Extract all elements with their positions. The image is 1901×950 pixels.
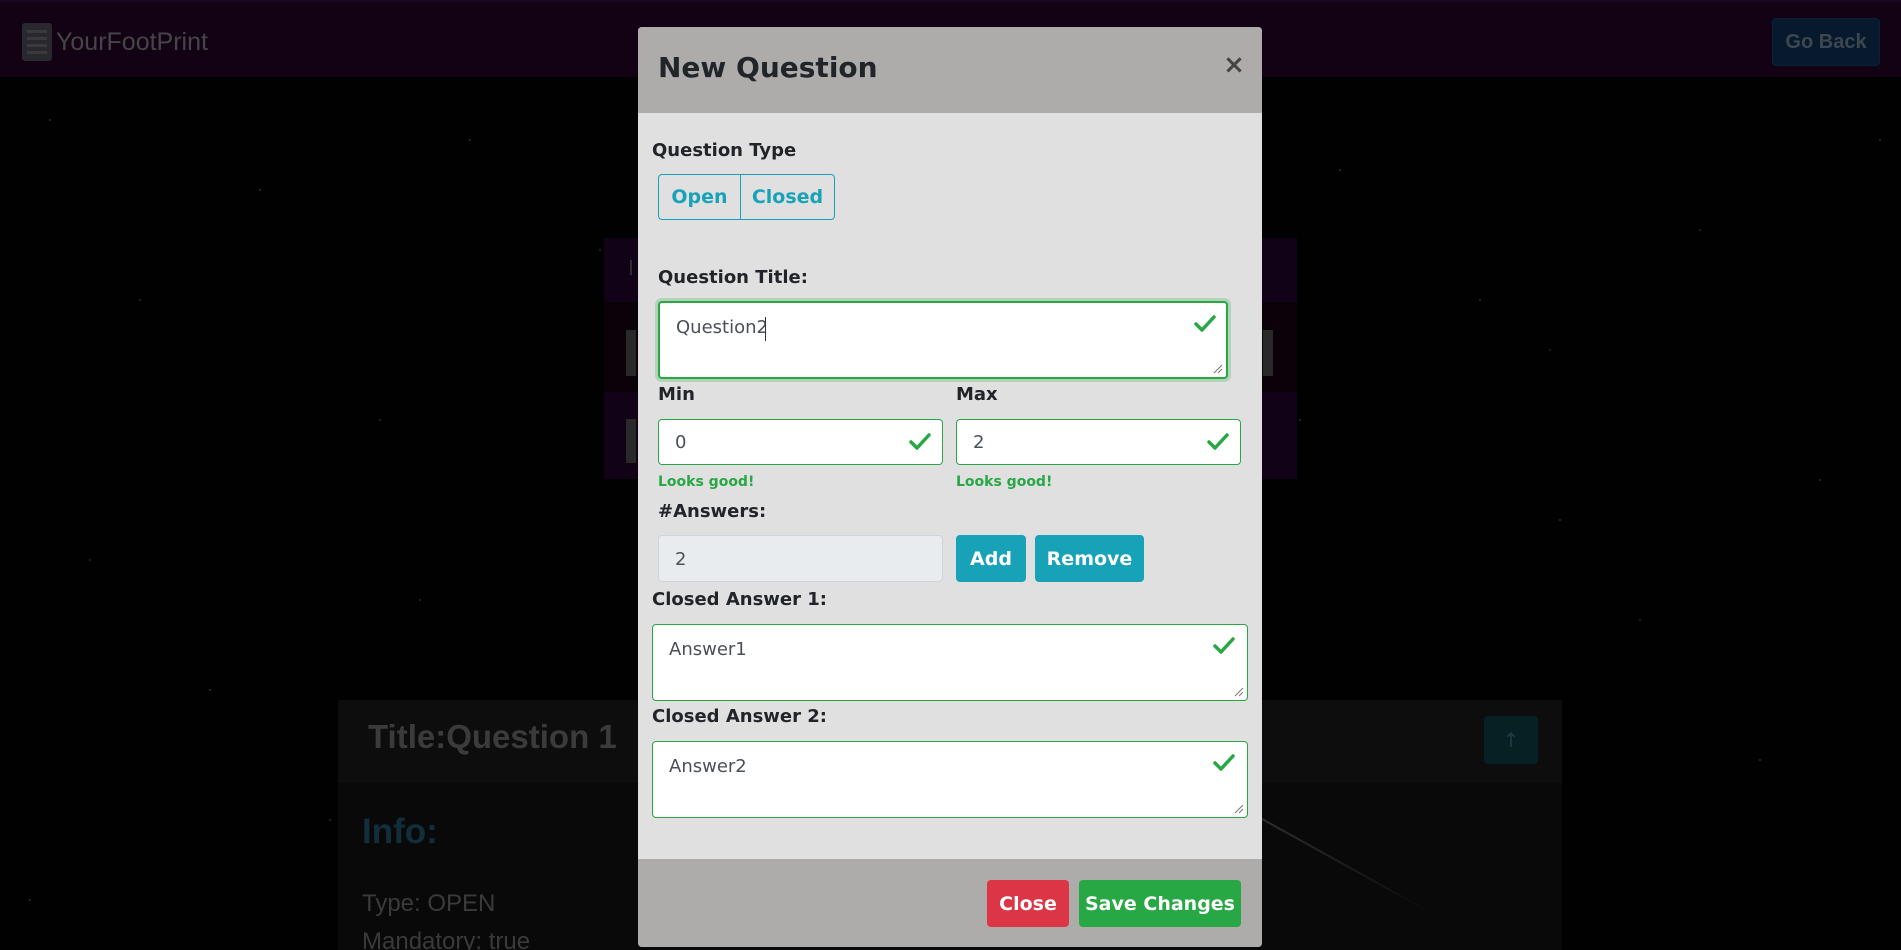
- modal-footer: Close Save Changes: [638, 859, 1262, 947]
- max-input[interactable]: 2: [956, 419, 1241, 465]
- valid-check-icon: [1207, 433, 1229, 450]
- max-feedback: Looks good!: [956, 474, 1053, 490]
- answers-count-input: 2: [658, 535, 943, 582]
- close-icon[interactable]: ×: [1223, 51, 1245, 79]
- resize-handle-icon[interactable]: [1234, 687, 1244, 697]
- answers-count-label: #Answers:: [658, 501, 767, 522]
- modal-header: New Question ×: [638, 27, 1262, 113]
- min-value: 0: [675, 432, 687, 453]
- text-caret: [765, 317, 766, 341]
- max-label: Max: [956, 384, 998, 405]
- answers-count-value: 2: [675, 549, 687, 570]
- close-button[interactable]: Close: [987, 880, 1069, 927]
- question-title-label: Question Title:: [658, 267, 808, 288]
- closed-answer-1-textarea[interactable]: Answer1: [652, 624, 1248, 701]
- question-title-textarea[interactable]: Question2: [658, 301, 1228, 379]
- type-closed-button[interactable]: Closed: [741, 175, 834, 219]
- remove-answer-button[interactable]: Remove: [1035, 535, 1144, 582]
- type-open-button[interactable]: Open: [659, 175, 741, 219]
- min-feedback: Looks good!: [658, 474, 755, 490]
- closed-answer-2-value: Answer2: [669, 756, 747, 777]
- closed-answer-1-value: Answer1: [669, 639, 747, 660]
- min-input[interactable]: 0: [658, 419, 943, 465]
- closed-answer-1-label: Closed Answer 1:: [652, 589, 827, 610]
- resize-handle-icon[interactable]: [1234, 804, 1244, 814]
- question-title-value: Question2: [676, 317, 768, 338]
- add-answer-button[interactable]: Add: [956, 535, 1026, 582]
- max-value: 2: [973, 432, 985, 453]
- valid-check-icon: [1194, 315, 1216, 332]
- valid-check-icon: [909, 433, 931, 450]
- question-type-label: Question Type: [652, 140, 797, 161]
- closed-answer-2-label: Closed Answer 2:: [652, 706, 827, 727]
- valid-check-icon: [1213, 754, 1235, 771]
- resize-handle-icon[interactable]: [1213, 364, 1223, 374]
- new-question-modal: New Question × Question Type Open Closed…: [638, 27, 1262, 947]
- valid-check-icon: [1213, 637, 1235, 654]
- closed-answer-2-textarea[interactable]: Answer2: [652, 741, 1248, 818]
- min-label: Min: [658, 384, 695, 405]
- question-type-toggle: Open Closed: [658, 174, 835, 220]
- modal-title: New Question: [658, 51, 878, 84]
- save-changes-button[interactable]: Save Changes: [1079, 880, 1241, 927]
